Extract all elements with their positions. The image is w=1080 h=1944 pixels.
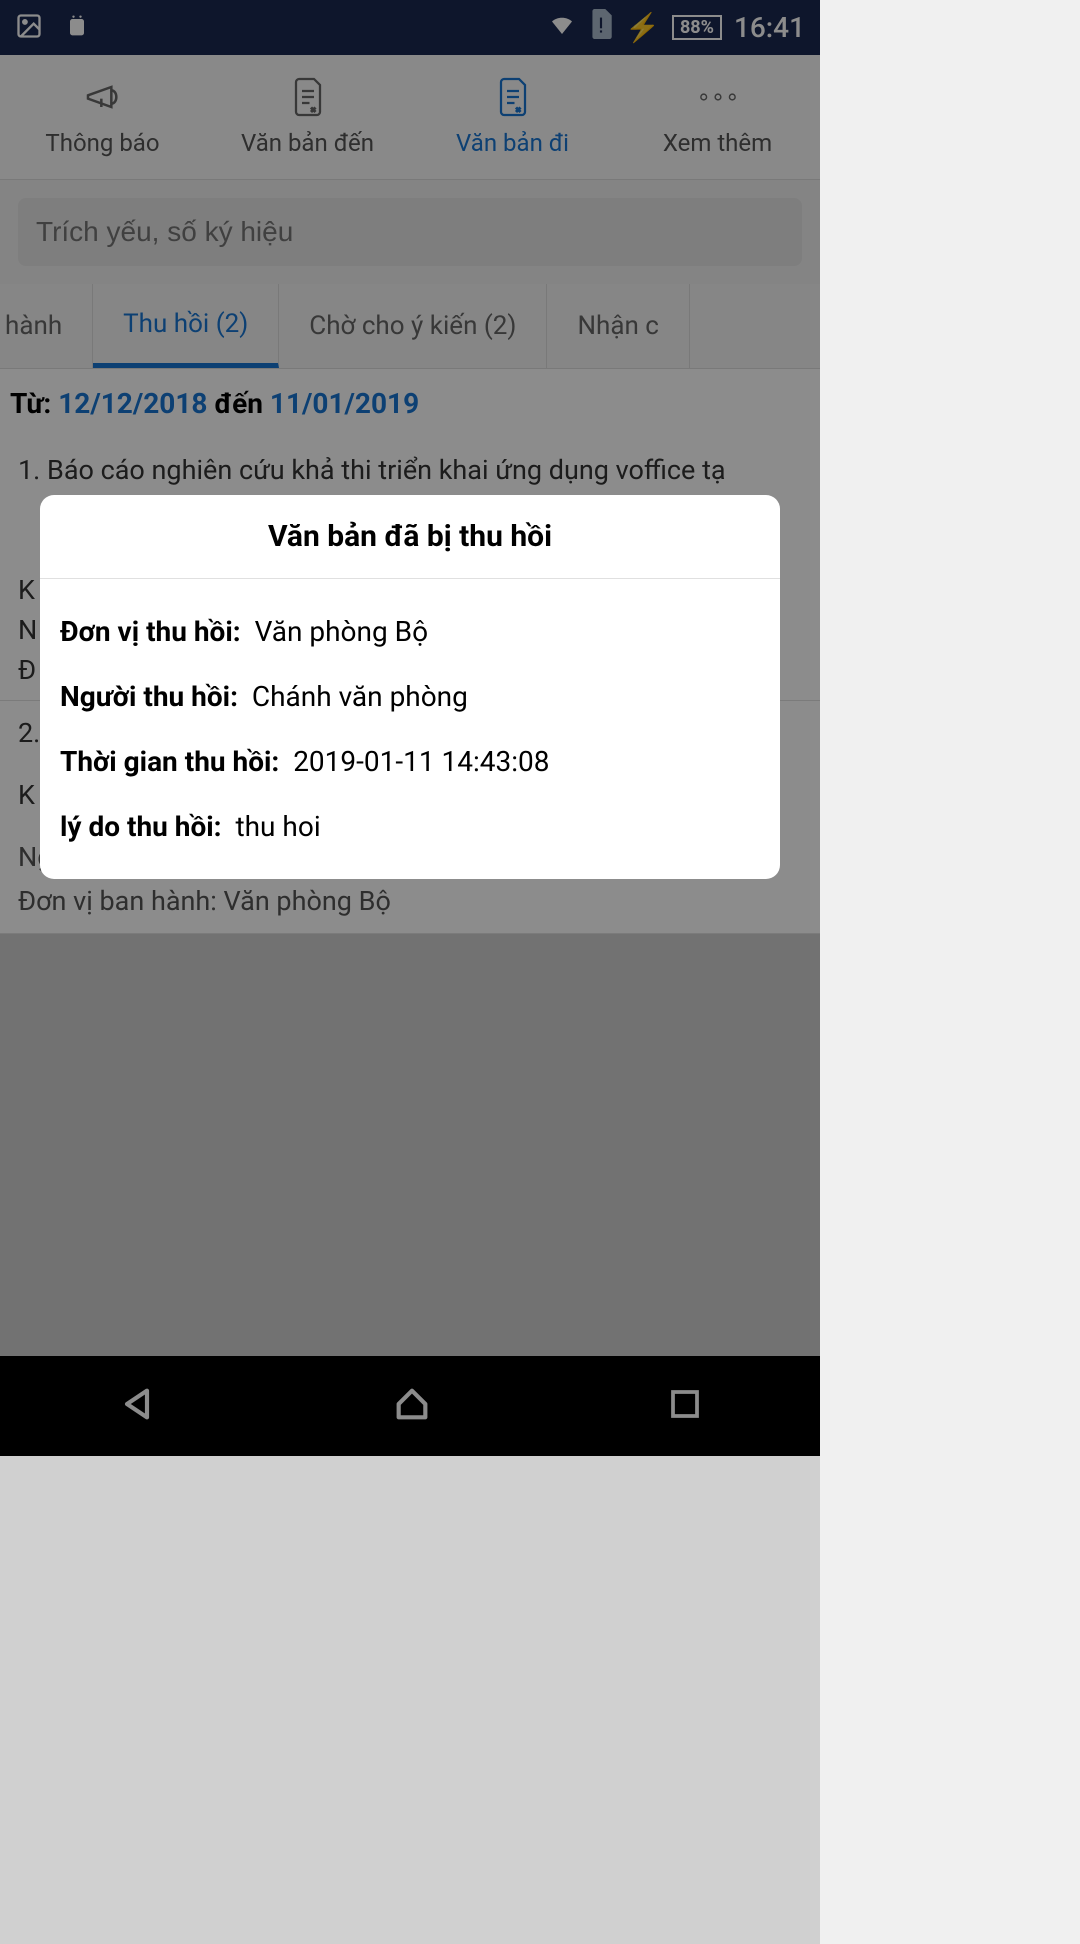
recall-modal: Văn bản đã bị thu hồi Đơn vị thu hồi: Vă… xyxy=(40,495,780,879)
modal-row-unit: Đơn vị thu hồi: Văn phòng Bộ xyxy=(60,599,760,664)
modal-row-person: Người thu hồi: Chánh văn phòng xyxy=(60,664,760,729)
modal-row-time: Thời gian thu hồi: 2019-01-11 14:43:08 xyxy=(60,729,760,794)
modal-title: Văn bản đã bị thu hồi xyxy=(40,495,780,579)
modal-row-reason: lý do thu hồi: thu hoi xyxy=(60,794,760,859)
